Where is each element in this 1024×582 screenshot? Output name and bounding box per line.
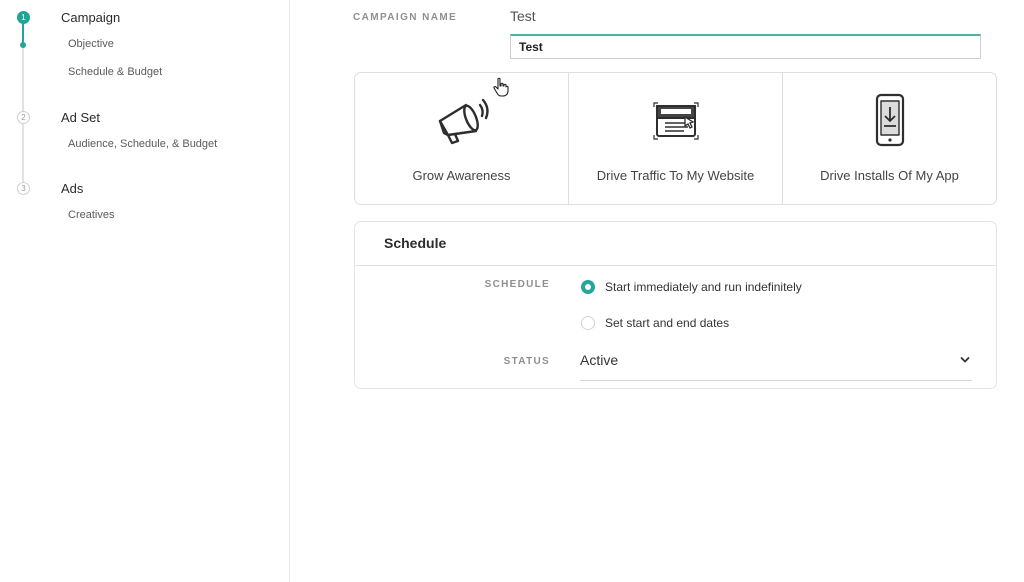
schedule-label: SCHEDULE: [484, 279, 550, 290]
stepper-line: [22, 46, 24, 114]
objective-drive-installs[interactable]: Drive Installs Of My App: [782, 73, 996, 204]
campaign-name-label: CAMPAIGN NAME: [353, 12, 458, 23]
objective-drive-installs-label: Drive Installs Of My App: [820, 168, 959, 183]
step-1-indicator: 1: [17, 11, 30, 24]
step-audience-link[interactable]: Audience, Schedule, & Budget: [68, 138, 217, 150]
campaign-stepper: 1 Campaign Objective Schedule & Budget 2…: [0, 0, 290, 582]
campaign-name-display: Test: [510, 8, 536, 24]
schedule-panel-header: Schedule: [355, 222, 996, 266]
status-select[interactable]: Active: [580, 350, 972, 381]
radio-start-immediately-label[interactable]: Start immediately and run indefinitely: [605, 280, 802, 294]
megaphone-icon: [438, 98, 489, 145]
browser-window-icon: [652, 102, 699, 140]
step-objective-link[interactable]: Objective: [68, 38, 114, 50]
step-ad-set-title[interactable]: Ad Set: [61, 110, 100, 125]
objective-drive-traffic[interactable]: Drive Traffic To My Website: [568, 73, 782, 204]
step-creatives-link[interactable]: Creatives: [68, 209, 114, 221]
objective-selector: Grow Awareness Drive Traffic To My Websi…: [354, 72, 997, 205]
campaign-name-input[interactable]: [510, 34, 981, 59]
radio-set-dates-label[interactable]: Set start and end dates: [605, 316, 729, 330]
step-ads-title[interactable]: Ads: [61, 181, 83, 196]
hand-pointer-icon: [493, 77, 509, 97]
phone-download-icon: [875, 93, 904, 147]
radio-set-dates[interactable]: [581, 316, 595, 330]
objective-grow-awareness-label: Grow Awareness: [412, 168, 511, 183]
step-schedule-budget-link[interactable]: Schedule & Budget: [68, 66, 162, 78]
objective-grow-awareness[interactable]: Grow Awareness: [355, 73, 568, 204]
schedule-panel-title: Schedule: [384, 235, 447, 251]
chevron-down-icon: [960, 357, 970, 363]
objective-drive-traffic-label: Drive Traffic To My Website: [596, 168, 755, 183]
stepper-progress-line: [22, 23, 24, 44]
schedule-panel: Schedule SCHEDULE Start immediately and …: [354, 221, 997, 389]
step-2-indicator: 2: [17, 111, 30, 124]
stepper-line: [22, 123, 24, 182]
stepper-progress-marker: [20, 42, 26, 48]
status-label: STATUS: [503, 356, 550, 367]
status-select-value: Active: [580, 352, 619, 368]
radio-start-immediately[interactable]: [581, 280, 595, 294]
step-campaign-title[interactable]: Campaign: [61, 10, 120, 25]
step-3-indicator: 3: [17, 182, 30, 195]
